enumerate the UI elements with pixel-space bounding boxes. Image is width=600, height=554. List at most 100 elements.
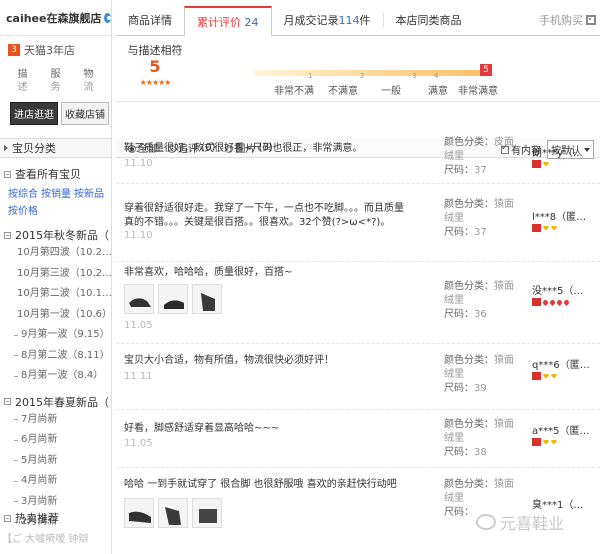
score-label: 与描述相符 (127, 44, 183, 57)
rating-service: 服务 (50, 69, 61, 93)
review-sku: 颜色分类：猿面绒里 尺码：39 (444, 355, 514, 394)
view-all-items[interactable]: 查看所有宝贝 (0, 158, 111, 182)
gem-icon (543, 373, 549, 379)
shop-name[interactable]: caihee在森旗舰店 (6, 10, 101, 26)
reviewer-name[interactable]: 没***5（… (532, 282, 583, 297)
level-label: 一般 (381, 86, 401, 97)
gem-icon (551, 373, 557, 379)
tab-reviews[interactable]: 累计评价 24 (184, 6, 272, 36)
rating-description: 描述 (17, 69, 28, 93)
level-badge-icon (532, 372, 541, 380)
review-sku: 颜色分类：猿面绒里 尺码：38 (444, 419, 514, 458)
wangwang-icon[interactable] (104, 12, 111, 23)
gem-icon (551, 225, 557, 231)
review-item: 非常喜欢，哈哈哈，质量很好，百搭~ 11.05 颜色分类：猿面绒里 尺码：36 没… (116, 262, 600, 344)
gem-icon (543, 225, 549, 231)
review-item: 好看，脚感舒适穿着显高哈哈~~~ 11.05 颜色分类：猿面绒里 尺码：38 a*… (116, 410, 600, 468)
tab-monthly-sales[interactable]: 月成交记录114件 (272, 5, 383, 35)
review-date: 11.11 (124, 371, 153, 382)
autumn-category-list: 10月第四波（10.2… 10月第三波（10.2… 10月第二波（10.1… 1… (0, 243, 112, 387)
review-photo[interactable] (192, 498, 222, 528)
rating-summary: 与描述相符 5 ★★★★★ 5 1 2 3 4 非常不满 不满意 一般 满意 非… (116, 36, 600, 102)
heart-icon (555, 298, 564, 306)
category-title: 宝贝分类 (12, 142, 56, 155)
collapse-icon[interactable] (4, 398, 11, 405)
sort-comprehensive-link[interactable]: 按综合 (8, 189, 38, 200)
star-rating-icon: ★★★★★ (139, 78, 172, 87)
category-item[interactable]: 3月尚新 (14, 492, 111, 513)
tab-same-shop[interactable]: 本店同类商品 (384, 5, 474, 35)
category-item[interactable]: 4月尚新 (14, 471, 111, 492)
collapse-icon[interactable] (4, 170, 11, 178)
review-text: 非常喜欢，哈哈哈，质量很好，百搭~ (124, 267, 293, 278)
category-group-spring[interactable]: 2015年春夏新品（ (0, 390, 111, 410)
category-item[interactable]: 9月第一波（9.15） (14, 325, 111, 346)
review-sku: 颜色分类：皮面绒里 尺码：37 (444, 137, 514, 176)
category-item[interactable]: 10月第三波（10.2… (14, 264, 112, 285)
score-marker: 5 (480, 64, 492, 76)
reviewer-level (532, 438, 557, 446)
gem-icon (551, 439, 557, 445)
reviewer-name[interactable]: 臭***1（… (532, 496, 583, 511)
tmall-years-row: 3 天猫3年店 (0, 36, 111, 58)
level-badge-icon (532, 160, 541, 168)
shop-sidebar: caihee在森旗舰店 3 天猫3年店 描述 服务 物流 进店逛逛 收藏店铺 宝… (0, 0, 112, 554)
review-date: 11.10 (124, 230, 153, 241)
review-photo[interactable] (192, 284, 222, 314)
category-item[interactable]: 8月第二波（8.11） (14, 346, 111, 367)
review-pictures (124, 284, 222, 314)
category-header[interactable]: 宝贝分类 (0, 138, 111, 158)
level-badge-icon (532, 298, 541, 306)
sort-price-link[interactable]: 按价格 (8, 206, 38, 217)
heart-icon (562, 298, 571, 306)
shop-ratings: 描述 服务 物流 (0, 58, 111, 94)
heart-icon (541, 298, 550, 306)
category-item[interactable]: 7月尚新 (14, 410, 111, 431)
category-item[interactable]: 6月尚新 (14, 430, 111, 451)
tab-details[interactable]: 商品详情 (116, 5, 184, 35)
caret-right-icon (4, 145, 8, 151)
hot-recommend[interactable]: 热卖推荐 (4, 510, 59, 526)
review-text: 鞋子质量很好，款式很好看~尺码也很正，非常满意。 (124, 143, 363, 154)
mobile-buy-link[interactable]: 手机购买 (539, 12, 596, 28)
review-text: 哈哈 一到手就试穿了 很合脚 也很舒服哦 喜欢的亲赶快行动吧 (124, 479, 397, 490)
review-sku: 颜色分类：猿面绒里 尺码：37 (444, 199, 514, 238)
category-item[interactable]: 10月第一波（10.6） (14, 305, 112, 326)
review-item: 穿着很舒适很好走。我穿了一下午，一点也不吃脚。。。而且质量真的不错。。。关键是很… (116, 190, 600, 262)
reviewer-name[interactable]: q***6（匿… (532, 356, 590, 371)
tmall-badge-icon: 3 (8, 44, 20, 56)
review-photo[interactable] (158, 498, 188, 528)
category-item[interactable]: 8月第一波（8.4） (14, 366, 111, 387)
review-sku: 颜色分类：猿面绒里 尺码：36 (444, 281, 514, 320)
collapse-icon[interactable] (4, 231, 11, 239)
category-item[interactable]: 10月第四波（10.2… (14, 243, 112, 264)
enter-shop-button[interactable]: 进店逛逛 (10, 102, 58, 125)
review-item: 宝贝大小合适，物有所值，物流很快必须好评！ 11.11 颜色分类：猿面绒里 尺码：… (116, 344, 600, 410)
reviewer-name[interactable]: l***8（匿… (532, 208, 586, 223)
category-item[interactable]: 5月尚新 (14, 451, 111, 472)
score-value: 5 (149, 57, 161, 76)
review-photo[interactable] (124, 284, 154, 314)
review-text: 穿着很舒适很好走。我穿了一下午，一点也不吃脚。。。而且质量真的不错。。。关键是很… (124, 203, 404, 228)
detail-tabs: 商品详情 累计评价 24 月成交记录114件 本店同类商品 手机购买 (116, 0, 600, 36)
score-tick: 2 (360, 72, 365, 80)
sort-sales-link[interactable]: 按销量 (41, 189, 71, 200)
watermark-left: 【ご 大嘘嗬嗳 钟辯 (2, 534, 89, 545)
sort-new-link[interactable]: 按新品 (74, 189, 104, 200)
shop-buttons: 进店逛逛 收藏店铺 (0, 94, 111, 125)
review-date: 11.10 (124, 158, 153, 169)
review-text: 好看，脚感舒适穿着显高哈哈~~~ (124, 423, 280, 434)
shop-header: caihee在森旗舰店 (0, 0, 111, 36)
level-badge-icon (532, 224, 541, 232)
category-group-autumn[interactable]: 2015年秋冬新品（ (0, 223, 111, 243)
collapse-icon[interactable] (4, 514, 11, 522)
review-photo[interactable] (124, 498, 154, 528)
reviewer-name[interactable]: a***5（匿… (532, 422, 590, 437)
reviewer-name[interactable]: 朗***y（… (532, 144, 583, 159)
category-item[interactable]: 10月第二波（10.1… (14, 284, 112, 305)
review-photo[interactable] (158, 284, 188, 314)
level-label: 非常不满 (274, 86, 314, 97)
score-panel: 与描述相符 5 ★★★★★ (124, 44, 186, 90)
favorite-shop-button[interactable]: 收藏店铺 (61, 102, 109, 125)
level-label: 不满意 (328, 86, 358, 97)
